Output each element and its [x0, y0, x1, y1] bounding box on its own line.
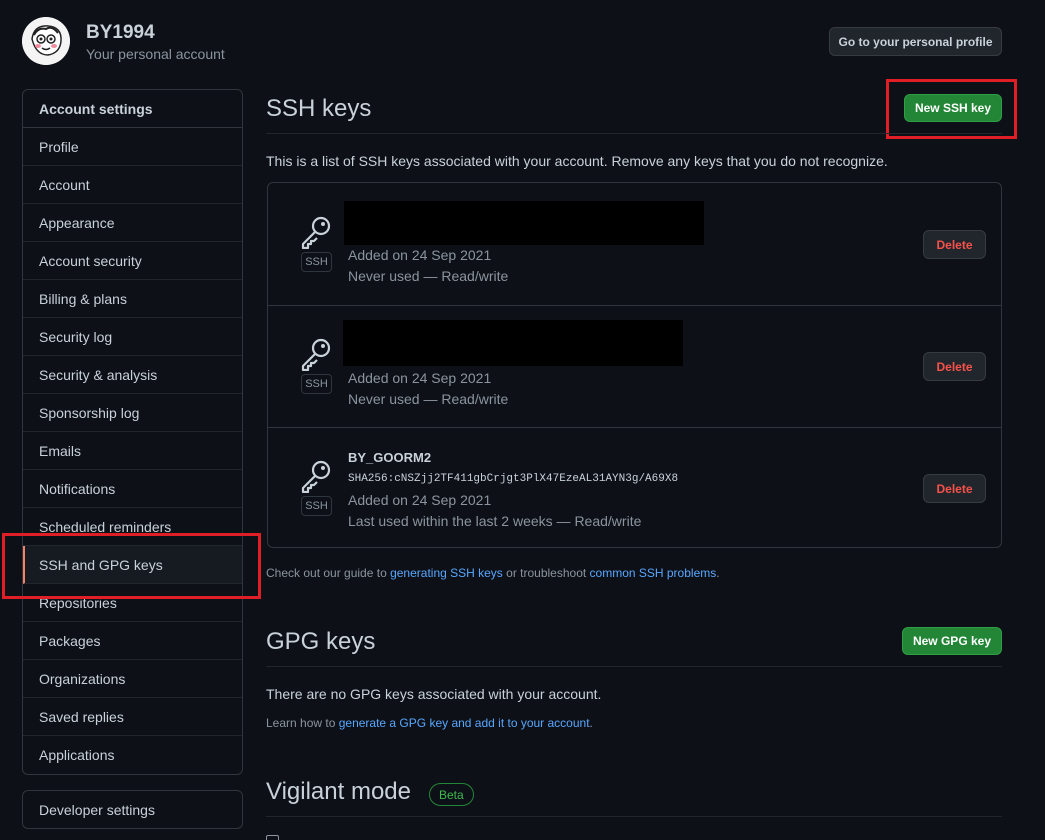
sidebar-item-organizations[interactable]: Organizations — [23, 660, 242, 698]
delete-key-button[interactable]: Delete — [923, 352, 986, 381]
common-ssh-problems-link[interactable]: common SSH problems — [590, 566, 717, 580]
key-usage: Never used — Read/write — [348, 268, 509, 284]
delete-key-button[interactable]: Delete — [923, 230, 986, 259]
vigilant-divider — [266, 816, 1002, 817]
redacted-key-title — [343, 320, 683, 366]
ssh-keys-title: SSH keys — [266, 95, 372, 122]
learn-prefix: Learn how to — [266, 716, 339, 730]
beta-badge: Beta — [429, 783, 474, 806]
sidebar-header: Account settings — [23, 90, 242, 128]
ssh-badge: SSH — [301, 252, 332, 272]
ssh-badge: SSH — [301, 374, 332, 394]
new-ssh-key-button[interactable]: New SSH key — [904, 94, 1002, 122]
ssh-key-row: SSH BY_GOORM2 SHA256:cNSZjj2TF411gbCrjgt… — [268, 427, 1001, 549]
sidebar-item-billing[interactable]: Billing & plans — [23, 280, 242, 318]
sidebar-item-notifications[interactable]: Notifications — [23, 470, 242, 508]
sidebar-item-account[interactable]: Account — [23, 166, 242, 204]
sidebar-item-packages[interactable]: Packages — [23, 622, 242, 660]
go-to-profile-button[interactable]: Go to your personal profile — [829, 27, 1002, 56]
gpg-empty-text: There are no GPG keys associated with yo… — [266, 686, 602, 702]
guide-suffix: . — [716, 566, 720, 580]
ssh-divider — [266, 133, 1002, 134]
generating-ssh-keys-link[interactable]: generating SSH keys — [390, 566, 503, 580]
highlight-box-sidebar — [2, 533, 261, 599]
sidebar-item-account-security[interactable]: Account security — [23, 242, 242, 280]
sidebar-item-profile[interactable]: Profile — [23, 128, 242, 166]
vigilant-mode-checkbox[interactable] — [266, 835, 279, 840]
ssh-badge: SSH — [301, 496, 332, 516]
vigilant-mode-title: Vigilant mode — [266, 778, 411, 805]
developer-settings-link[interactable]: Developer settings — [22, 790, 243, 829]
ssh-keys-list: SSH Added on 24 Sep 2021 Never used — Re… — [267, 182, 1002, 548]
sidebar-item-applications[interactable]: Applications — [23, 736, 242, 774]
ssh-key-row: SSH Added on 24 Sep 2021 Never used — Re… — [268, 183, 1001, 305]
generate-gpg-key-link[interactable]: generate a GPG key and add it to your ac… — [339, 716, 590, 730]
gpg-keys-title: GPG keys — [266, 628, 376, 655]
sidebar-item-security-log[interactable]: Security log — [23, 318, 242, 356]
key-icon — [301, 460, 331, 493]
key-added-date: Added on 24 Sep 2021 — [348, 247, 492, 263]
key-added-date: Added on 24 Sep 2021 — [348, 370, 492, 386]
gpg-divider — [266, 666, 1002, 667]
key-usage: Last used within the last 2 weeks — Read… — [348, 513, 642, 529]
key-added-date: Added on 24 Sep 2021 — [348, 492, 492, 508]
sidebar-item-appearance[interactable]: Appearance — [23, 204, 242, 242]
key-fingerprint: SHA256:cNSZjj2TF411gbCrjgt3PlX47EzeAL31A… — [348, 473, 679, 485]
ssh-description: This is a list of SSH keys associated wi… — [266, 153, 888, 169]
sidebar-item-security-analysis[interactable]: Security & analysis — [23, 356, 242, 394]
new-gpg-key-button[interactable]: New GPG key — [902, 627, 1002, 655]
gpg-learn-text: Learn how to generate a GPG key and add … — [266, 716, 593, 730]
sidebar-item-emails[interactable]: Emails — [23, 432, 242, 470]
ssh-guide-text: Check out our guide to generating SSH ke… — [266, 566, 720, 580]
sidebar-item-sponsorship-log[interactable]: Sponsorship log — [23, 394, 242, 432]
redacted-key-title — [344, 201, 704, 245]
key-usage: Never used — Read/write — [348, 391, 509, 407]
key-icon — [301, 338, 331, 371]
settings-sidebar: Account settings Profile Account Appeara… — [22, 89, 243, 775]
guide-middle: or troubleshoot — [502, 566, 590, 580]
key-icon — [301, 216, 331, 249]
key-title: BY_GOORM2 — [348, 450, 432, 465]
sidebar-item-saved-replies[interactable]: Saved replies — [23, 698, 242, 736]
avatar[interactable] — [22, 17, 70, 65]
account-subtitle: Your personal account — [86, 46, 225, 62]
ssh-key-row: SSH Added on 24 Sep 2021 Never used — Re… — [268, 305, 1001, 427]
learn-suffix: . — [589, 716, 593, 730]
guide-prefix: Check out our guide to — [266, 566, 391, 580]
account-username[interactable]: BY1994 — [86, 22, 155, 44]
delete-key-button[interactable]: Delete — [923, 474, 986, 503]
